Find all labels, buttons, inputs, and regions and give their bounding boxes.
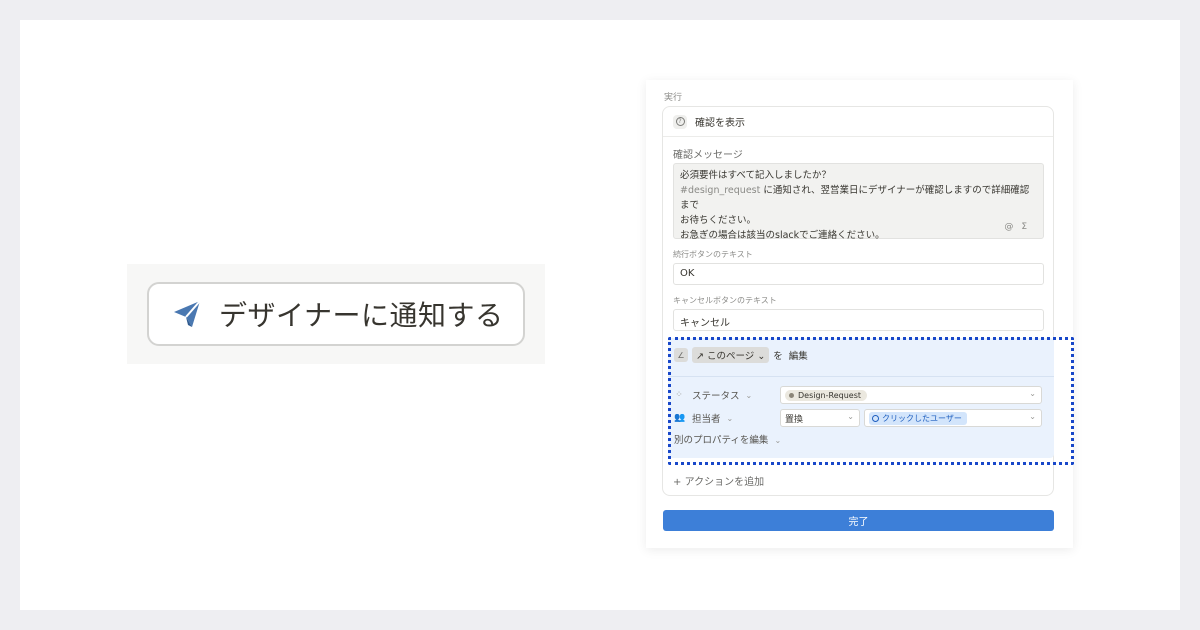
cancel-text-input[interactable]: キャンセル (673, 309, 1044, 331)
continue-text-input[interactable]: OK (673, 263, 1044, 285)
assignee-value-select[interactable]: クリックしたユーザー ⌄ (864, 409, 1042, 427)
confirm-action-title: 確認を表示 (695, 118, 745, 129)
message-line: お待ちください。 (680, 215, 757, 226)
chevron-down-icon: ⌄ (1029, 412, 1036, 421)
status-loader-icon: ⁘ (675, 390, 683, 400)
confirm-message-label: 確認メッセージ (673, 150, 743, 161)
button-settings-panel: 実行 ? 確認を表示 確認メッセージ 必須要件はすべて記入しましたか？ #des… (646, 80, 1073, 548)
formula-icon[interactable]: Σ (1021, 222, 1035, 232)
property-name: 担当者 (692, 414, 721, 425)
chevron-down-icon: ⌄ (726, 413, 734, 423)
channel-mention: #design_request (680, 185, 761, 196)
chevron-down-icon: ⌄ (847, 412, 854, 421)
status-dot (789, 392, 794, 398)
property-row-assignee[interactable]: 👥 担当者 ⌄ (674, 409, 733, 427)
confirm-message-textarea[interactable]: 必須要件はすべて記入しましたか？ #design_request に通知され、翌… (673, 163, 1044, 241)
message-line: お急ぎの場合は該当のslackでご連絡ください。 (680, 230, 885, 241)
edit-page-action: ∠ ↗ このページ ⌄ を 編集 ⁘ ステータス ⌄ Design-Reques… (668, 338, 1054, 458)
question-icon: ? (673, 114, 687, 129)
chevron-down-icon: ⌄ (774, 436, 782, 445)
edit-verb: 編集 (788, 351, 808, 362)
continue-text-label: 続行ボタンのテキスト (673, 250, 753, 259)
notify-designer-button[interactable]: デザイナーに通知する (147, 282, 525, 346)
chevron-down-icon: ⌄ (1029, 389, 1036, 398)
add-action-button[interactable]: + アクションを追加 (673, 473, 764, 488)
edit-pencil-icon: ∠ (674, 348, 688, 362)
edit-particle: を (773, 351, 783, 362)
property-row-status[interactable]: ⁘ ステータス ⌄ (674, 386, 752, 404)
target-page-select[interactable]: ↗ このページ ⌄ (692, 347, 770, 363)
cancel-text-label: キャンセルボタンのテキスト (673, 296, 777, 305)
mention-icon[interactable]: @ (1004, 222, 1021, 232)
message-line: #design_request に通知され、翌営業日にデザイナーが確認しますので… (680, 185, 1030, 211)
edit-other-property-button[interactable]: 別のプロパティを編集 ⌄ (674, 432, 781, 446)
clicked-user-tag: クリックしたユーザー (869, 411, 967, 425)
confirm-action-header[interactable]: ? 確認を表示 (663, 107, 1053, 137)
done-button[interactable]: 完了 (663, 510, 1054, 531)
notify-designer-label: デザイナーに通知する (219, 299, 504, 332)
action-card: ? 確認を表示 確認メッセージ 必須要件はすべて記入しましたか？ #design… (662, 106, 1054, 496)
divider (668, 376, 1054, 377)
message-line: 必須要件はすべて記入しましたか？ (680, 170, 831, 181)
section-label: 実行 (664, 93, 683, 103)
status-tag: Design-Request (785, 389, 868, 401)
button-preview-card: デザイナーに通知する (127, 264, 545, 364)
chevron-down-icon: ⌄ (745, 390, 753, 400)
status-value-select[interactable]: Design-Request ⌄ (780, 386, 1042, 404)
paper-plane-icon (174, 300, 201, 327)
property-name: ステータス (692, 391, 740, 402)
user-icon (872, 414, 879, 422)
people-icon: 👥 (674, 413, 686, 423)
assignee-mode-select[interactable]: 置換 ⌄ (780, 409, 860, 427)
plus-icon: + (673, 477, 682, 488)
